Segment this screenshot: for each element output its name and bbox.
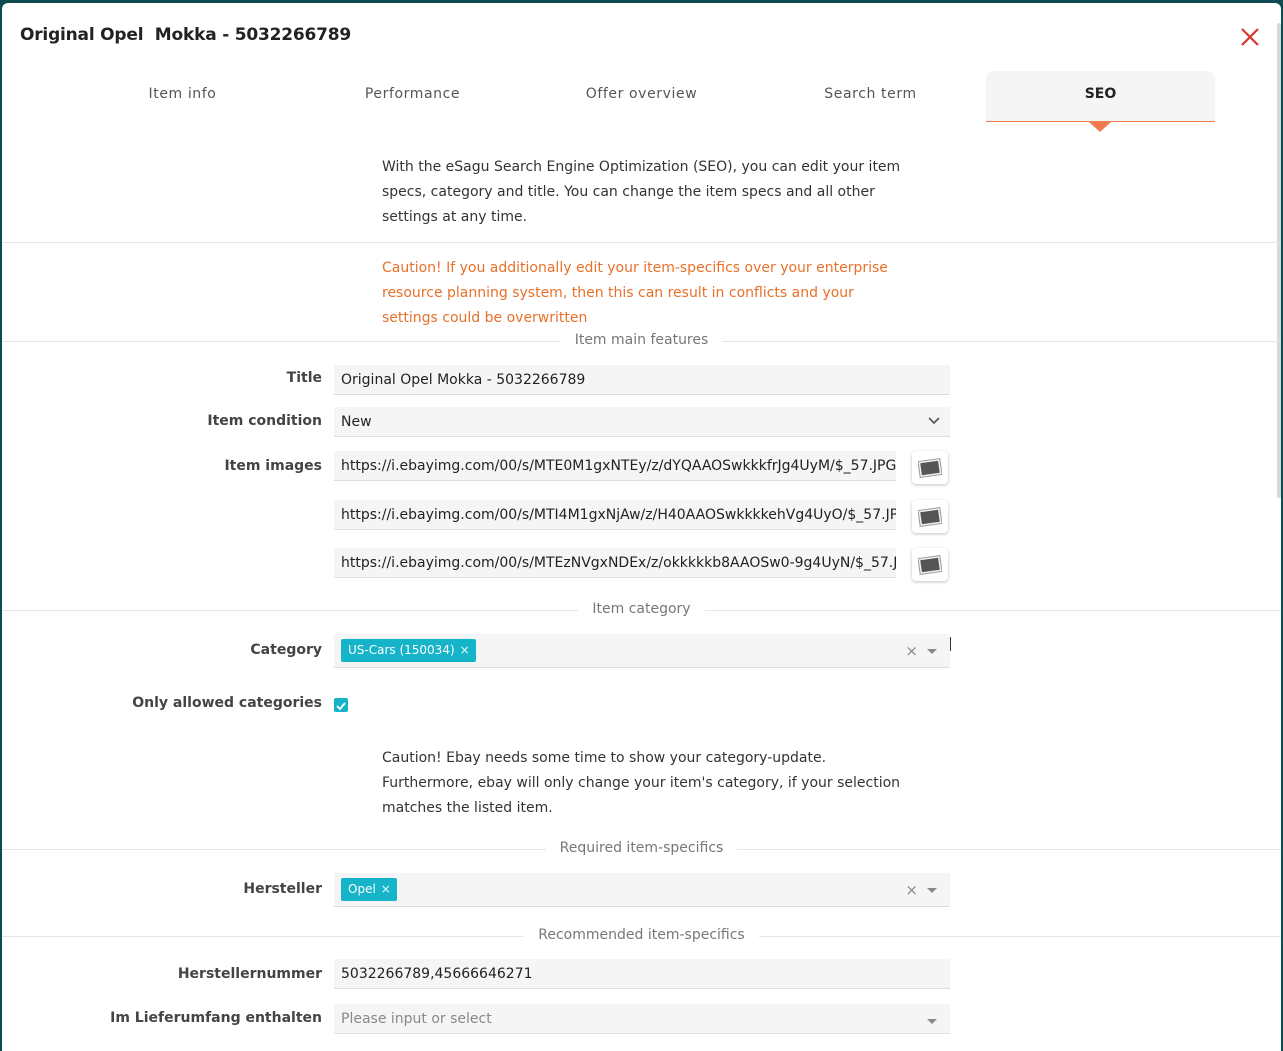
section-required-specifics-label: Required item-specifics — [545, 840, 738, 856]
image-url-input-1[interactable]: https://i.ebayimg.com/00/s/MTE0M1gxNTEy/… — [334, 451, 896, 481]
tab-bar: Item info Performance Offer overview Sea… — [2, 71, 1281, 123]
text-cursor — [950, 637, 951, 651]
section-main-features-label: Item main features — [560, 332, 723, 348]
category-select[interactable]: US-Cars (150034) × × — [334, 634, 950, 668]
item-condition-label: Item condition — [207, 413, 322, 429]
remove-tag-icon[interactable]: × — [460, 643, 470, 657]
item-images-label: Item images — [224, 458, 322, 474]
category-tag-label: US-Cars (150034) — [348, 643, 455, 657]
divider — [2, 242, 1281, 243]
image-preview-button-2[interactable] — [912, 500, 948, 533]
clear-icon[interactable]: × — [905, 873, 918, 906]
category-tag: US-Cars (150034) × — [341, 639, 476, 662]
tab-performance[interactable]: Performance — [298, 71, 527, 121]
lieferumfang-select[interactable]: Please input or select — [334, 1004, 950, 1034]
seo-intro-text: With the eSagu Search Engine Optimizatio… — [382, 159, 901, 225]
caret-down-icon[interactable] — [927, 888, 937, 893]
hersteller-tag: Opel × — [341, 878, 397, 901]
item-condition-select[interactable]: New — [334, 407, 950, 437]
item-condition-value: New — [341, 414, 372, 430]
tab-seo[interactable]: SEO — [986, 71, 1215, 122]
title-input[interactable]: Original Opel Mokka - 5032266789 — [334, 365, 950, 395]
image-url-input-2[interactable]: https://i.ebayimg.com/00/s/MTI4M1gxNjAw/… — [334, 500, 896, 530]
erp-caution-text: Caution! If you additionally edit your i… — [382, 260, 888, 326]
only-allowed-categories-checkbox[interactable] — [334, 698, 348, 712]
lieferumfang-placeholder: Please input or select — [341, 1011, 492, 1027]
tab-offer-overview[interactable]: Offer overview — [527, 71, 756, 121]
herstellernummer-label: Herstellernummer — [177, 966, 322, 982]
image-preview-button-3[interactable] — [912, 548, 948, 581]
section-main-features: Item main features — [2, 332, 1281, 348]
photo-icon — [918, 554, 942, 576]
title-label: Title — [286, 370, 322, 386]
checkmark-icon — [336, 702, 346, 711]
photo-icon — [918, 457, 942, 479]
section-item-category-label: Item category — [578, 601, 705, 617]
section-recommended-specifics-label: Recommended item-specifics — [524, 927, 759, 943]
lieferumfang-label: Im Lieferumfang enthalten — [110, 1010, 322, 1026]
caret-down-icon[interactable] — [927, 649, 937, 654]
remove-tag-icon[interactable]: × — [381, 882, 391, 896]
hersteller-label: Hersteller — [243, 881, 322, 897]
image-url-input-3[interactable]: https://i.ebayimg.com/00/s/MTEzNVgxNDEx/… — [334, 548, 896, 578]
hersteller-select[interactable]: Opel × × — [334, 873, 950, 907]
active-tab-indicator — [1089, 122, 1111, 132]
tab-search-term[interactable]: Search term — [756, 71, 985, 121]
hersteller-tag-label: Opel — [348, 882, 376, 896]
modal-title: Original Opel Mokka - 5032266789 — [20, 25, 352, 45]
only-allowed-categories-label: Only allowed categories — [132, 695, 322, 711]
section-item-category: Item category — [2, 601, 1281, 617]
herstellernummer-input[interactable]: 5032266789,45666646271 — [334, 959, 950, 989]
photo-icon — [918, 506, 942, 528]
tab-item-info[interactable]: Item info — [68, 71, 297, 121]
caret-down-icon[interactable] — [927, 1019, 937, 1024]
section-required-specifics: Required item-specifics — [2, 840, 1281, 856]
category-caution-text: Caution! Ebay needs some time to show yo… — [382, 750, 901, 816]
seo-modal: Original Opel Mokka - 5032266789 Item in… — [2, 3, 1281, 1051]
category-label: Category — [250, 642, 322, 658]
image-preview-button-1[interactable] — [912, 451, 948, 484]
chevron-down-icon — [928, 417, 940, 425]
section-recommended-specifics: Recommended item-specifics — [2, 927, 1281, 943]
close-icon[interactable] — [1240, 27, 1260, 47]
clear-icon[interactable]: × — [905, 634, 918, 667]
